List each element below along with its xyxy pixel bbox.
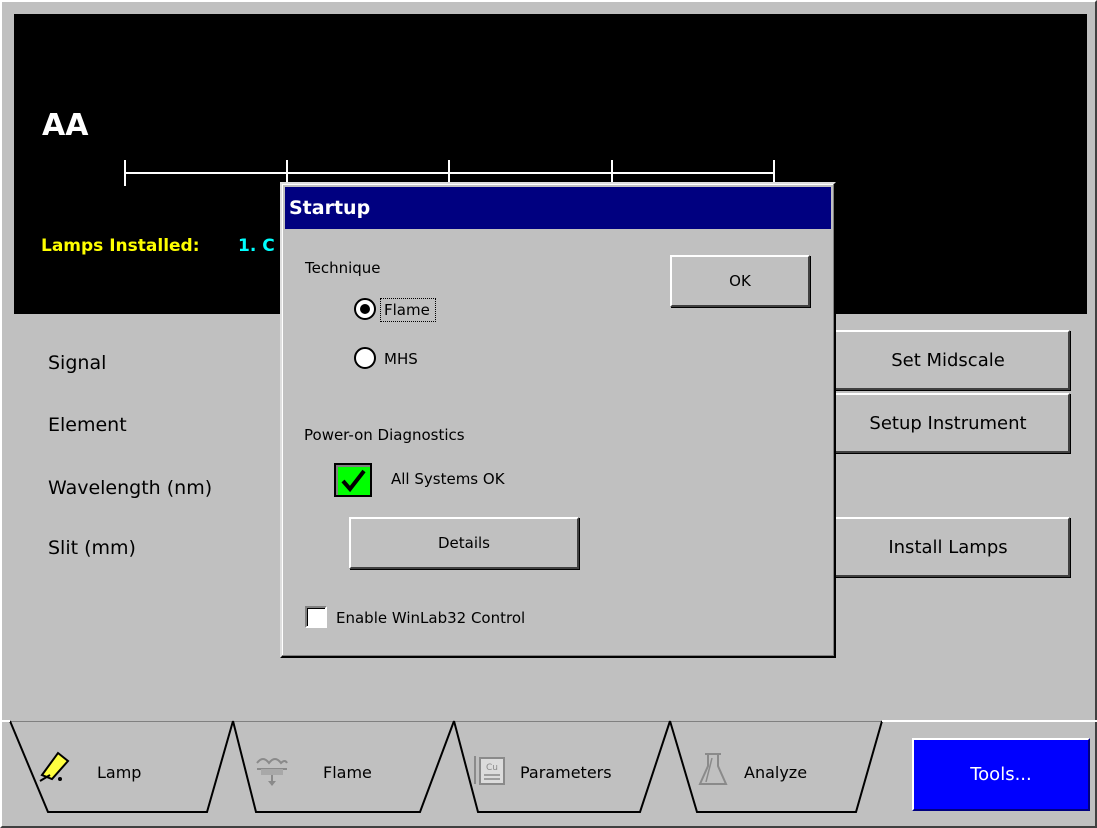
tab-parameters-label: Parameters: [520, 763, 612, 782]
signal-label: Signal: [48, 352, 107, 374]
lamp-icon: [39, 751, 70, 782]
element-label: Element: [48, 414, 127, 436]
startup-dialog: Startup: [280, 182, 836, 658]
details-button[interactable]: Details: [349, 517, 579, 569]
check-icon: [341, 469, 366, 492]
technique-title: AA: [42, 108, 89, 143]
ok-button[interactable]: OK: [670, 255, 810, 307]
diagnostics-status: All Systems OK: [391, 470, 505, 488]
tab-lamp-label: Lamp: [97, 763, 142, 782]
lamps-installed-value: 1. C: [238, 236, 275, 256]
set-midscale-button[interactable]: Set Midscale: [826, 330, 1070, 390]
tab-flame-label: Flame: [323, 763, 372, 782]
flame-radio[interactable]: [354, 298, 376, 320]
winlab-checkbox[interactable]: [305, 606, 327, 628]
flame-icon: [256, 758, 288, 786]
slit-label: Slit (mm): [48, 537, 136, 559]
wavelength-label: Wavelength (nm): [48, 477, 213, 499]
technique-label: Technique: [305, 259, 381, 277]
flame-radio-label[interactable]: Flame: [384, 301, 430, 319]
analyze-icon: [698, 753, 728, 785]
tab-bar-divider: [0, 721, 1097, 722]
winlab-checkbox-label[interactable]: Enable WinLab32 Control: [336, 609, 525, 627]
parameters-icon: Cu: [474, 756, 505, 785]
mhs-radio-label[interactable]: MHS: [384, 350, 418, 368]
svg-text:Cu: Cu: [486, 763, 498, 773]
tools-button[interactable]: Tools...: [912, 738, 1090, 811]
diagnostics-label: Power-on Diagnostics: [304, 426, 465, 444]
dialog-title-bar[interactable]: Startup: [285, 187, 831, 229]
diagnostics-status-indicator: [334, 463, 372, 497]
mhs-radio[interactable]: [354, 347, 376, 369]
install-lamps-button[interactable]: Install Lamps: [826, 517, 1070, 577]
dialog-title: Startup: [289, 197, 371, 219]
tab-analyze-label: Analyze: [744, 763, 808, 782]
setup-instrument-button[interactable]: Setup Instrument: [826, 393, 1070, 453]
lamps-installed-label: Lamps Installed:: [41, 236, 200, 256]
